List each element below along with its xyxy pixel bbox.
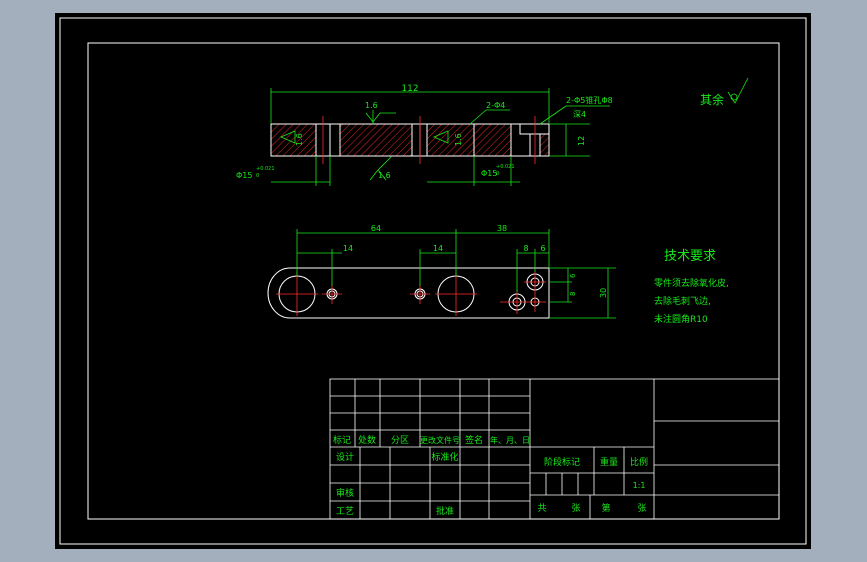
tb-approve: 批准 [436,505,454,517]
bore-right-upper-tol: +0.021 [496,164,515,170]
dim-14-left: 14 [343,244,353,253]
tech-note-2: 去除毛刺飞边, [654,295,711,307]
tech-note-1: 零件须去除氧化皮, [654,277,729,289]
dim-38: 38 [497,224,507,233]
bore-right-lower-tol: 0 [496,171,499,177]
tb-col-docno: 更改文件号 [420,435,460,445]
dim-14-mid: 14 [433,244,443,253]
tech-title: 技术要求 [664,249,716,264]
tb-page-unit: 张 [637,503,646,514]
bore-left-dim: Φ15 [236,171,252,180]
dim-overall-length: 112 [401,84,418,94]
tb-standard: 标准化 [431,451,458,463]
bore-left-upper-tol: +0.021 [256,166,275,172]
tb-col-zone: 分区 [391,435,409,446]
hatch-right [474,124,511,156]
hatch-center [340,124,412,156]
tb-page-label: 第 [601,502,610,514]
dim-6-top: 6 [540,244,545,253]
roughness-mid: 1.6 [454,133,463,146]
hatch-mid-right [427,124,474,156]
dim-6-side: 6 [569,273,577,278]
dim-64: 64 [371,224,381,233]
label-depth: 深4 [573,110,586,119]
hatch-end [540,134,549,156]
roughness-bottom: 1.6 [378,171,391,180]
tb-col-mark: 标记 [333,434,351,446]
tb-scale: 比例 [630,456,648,468]
roughness-left: 1.6 [295,133,304,146]
drawing-canvas: 112 1.6 1.6 1.6 1.6 2-Φ4 2-Φ5锥孔Φ8 深4 12 … [55,13,811,549]
tech-note-3: 未注圆角R10 [654,313,708,325]
hatch-left [271,124,316,156]
roughness-top: 1.6 [365,101,378,110]
dim-8-side: 8 [569,292,577,296]
tb-review: 审核 [336,487,354,499]
tb-col-count: 处数 [358,434,376,446]
dim-8-top: 8 [523,244,528,253]
tb-scale-value: 1:1 [633,481,646,490]
label-2-phi4: 2-Φ4 [486,101,505,110]
tb-stage-mark: 阶段标记 [544,456,580,468]
tb-col-sign: 签名 [465,434,483,446]
bore-left-lower-tol: 0 [256,173,259,179]
tb-weight: 重量 [600,456,618,468]
tb-sheet-label: 张 [571,503,580,514]
tb-col-date: 年、月、日 [490,435,530,445]
bore-right-dim: Φ15 [481,169,497,178]
roughness-other-label: 其余 [700,92,724,107]
cad-viewport: 112 1.6 1.6 1.6 1.6 2-Φ4 2-Φ5锥孔Φ8 深4 12 … [0,0,867,562]
dim-30: 30 [599,288,608,298]
tb-process: 工艺 [336,506,354,517]
label-pin-holes: 2-Φ5锥孔Φ8 [566,95,613,105]
tb-design: 设计 [336,451,354,463]
tb-total: 共 [537,503,546,514]
dim-height: 12 [577,136,586,146]
